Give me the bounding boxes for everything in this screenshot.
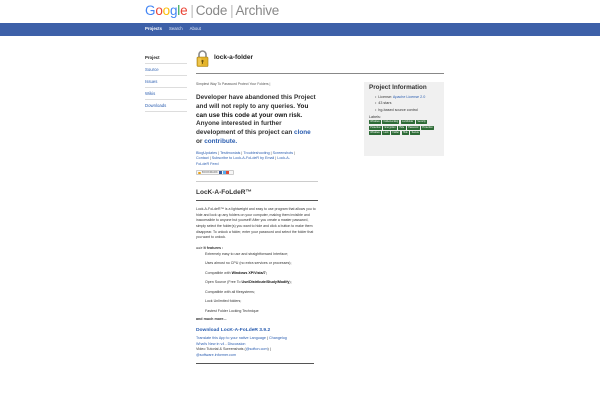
subscribe-email-link[interactable]: Subscribe to Lock-A-FoLdeR by Email [212,156,275,160]
contribute-link[interactable]: contribute. [204,138,237,145]
label-tag[interactable]: Hide [398,125,406,130]
vcs-item: hg-based source control [375,107,439,113]
sidebar-item-downloads[interactable]: Downloads [145,100,187,112]
whats-new-link[interactable]: What's New in v4 [196,342,224,346]
section-title: LocK-A-FoLdeR™ [196,189,252,197]
changelog-link[interactable]: Changelog [269,336,287,340]
feature-item: Lock Unlimited folders; [205,299,242,304]
project-information-title: Project Information [369,84,427,91]
project-information-panel: Project Information License: Apache Lice… [364,82,444,156]
label-tag[interactable]: LockFolder [400,120,415,125]
sidebar-link-wikis[interactable]: Wikis [145,91,155,96]
section-divider [196,200,318,202]
nav-search[interactable]: Search [169,26,183,31]
sidebar-item-project[interactable]: Project [145,52,187,64]
softon-link[interactable]: @softon.com [246,347,268,351]
padlock-icon [196,50,209,67]
nav-bar: Projects Search About [0,23,600,36]
labels-list: Windows FolderLocking LockFolder Securit… [369,120,439,135]
label-tag[interactable]: Windows [369,131,381,135]
label-tag[interactable]: Security [416,120,427,125]
bookmark-label: BOOKMARK [202,171,218,175]
feature-item: Compatible with all filesystems; [205,289,255,294]
nav-about[interactable]: About [190,26,201,31]
label-tag[interactable]: Password [406,125,420,130]
label-tag[interactable]: Hide [401,131,409,135]
label-tag[interactable]: Folder [391,131,401,135]
feature-item: Fastest Folder Locking Technique [205,308,259,313]
google-logo-text: Google [145,3,188,18]
sidebar-item-wikis[interactable]: Wikis [145,88,187,100]
clone-link[interactable]: clone [294,129,311,136]
contact-link[interactable]: Contact [196,156,209,160]
feed-link-end[interactable]: FoLdeR Feed [196,162,219,166]
sidebar-link-downloads[interactable]: Downloads [145,103,166,108]
sidebar-link-source[interactable]: Source [145,67,159,72]
license-label: License: [378,95,393,99]
discussion-link[interactable]: Discussion [228,342,246,346]
logo-code-text: Code [195,3,228,18]
translate-link[interactable]: Translate this App to your native Langua… [196,336,266,340]
feature-item: Uses almost no CPU (no extra services or… [205,261,292,266]
video-tutorial-text: Video Tutorial & Screenshots ( [196,347,246,352]
sidebar-item-issues[interactable]: Issues [145,76,187,88]
label-tag[interactable]: Protection [420,125,434,130]
bottom-divider [196,363,314,365]
project-tagline: Simplest Way To Password Protect Your Fo… [196,82,271,86]
troubleshooting-link[interactable]: Troubleshooting [243,151,269,155]
testimonials-link[interactable]: Testimonials [220,151,240,155]
project-information-list: License: Apache License 2.0 43 stars hg-… [375,94,439,113]
label-tag[interactable]: FolderLocking [382,120,400,125]
project-header: lock-a-folder [196,50,444,74]
google-code-archive-logo[interactable]: Google | Code | Archive [145,3,279,18]
nav-projects[interactable]: Projects [145,26,162,31]
labels-title: Labels: [369,115,381,120]
feature-item: Compatible with Windows XP/Vista/7; [205,270,267,275]
feature-item: Extremely easy to use and straightforwar… [205,251,289,256]
divider [196,181,318,183]
abandoned-notice-text-3: Anyone interested in further development… [196,120,293,137]
download-link[interactable]: Download LocK-A-FoLdeR 3.9.2 [196,328,318,333]
blog-updates-link[interactable]: BlogUpdates [196,151,217,155]
logo-archive-text: Archive [235,3,280,18]
software-informer-link[interactable]: @software.informer.com [196,353,236,357]
project-main-content: Simplest Way To Password Protect Your Fo… [196,80,318,365]
sidebar-item-source[interactable]: Source [145,64,187,76]
label-tag[interactable]: Windows [369,120,381,125]
abandoned-notice-or: or [196,137,203,145]
misc-links: Translate this App to your native Langua… [196,336,287,357]
bookmark-icon [198,171,201,175]
screenshots-link[interactable]: Screenshots [273,151,294,155]
and-more-text: and much more... [196,317,227,322]
license-link[interactable]: Apache License 2.0 [393,95,425,99]
label-tag[interactable]: Protection [369,125,382,130]
sidebar: Project Source Issues Wikis Downloads [145,52,187,112]
project-links: BlogUpdates | Testimonials | Troubleshoo… [196,150,296,166]
video-tutorial-sep: ) | [267,347,271,352]
label-tag[interactable]: Secure [410,131,421,135]
project-title: lock-a-folder [214,54,254,61]
label-tag[interactable]: Encryption [383,125,397,130]
feed-link-start[interactable]: Lock-A- [277,156,290,160]
feature-item: Open Source (Free To Use/Distribute/Stud… [205,280,292,285]
abandoned-notice: Developer have abandoned this Project an… [196,94,318,147]
top-bar: Google | Code | Archive [0,0,600,23]
share-service-icons [219,171,230,175]
sidebar-link-issues[interactable]: Issues [145,79,157,84]
features-list: Extremely easy to use and straightforwar… [196,250,318,317]
label-tag[interactable]: Lock [382,131,390,135]
project-description: Lock-A-FoLdeR™ is a lightweight and easy… [196,207,316,240]
bookmark-button[interactable]: BOOKMARK [196,170,234,176]
